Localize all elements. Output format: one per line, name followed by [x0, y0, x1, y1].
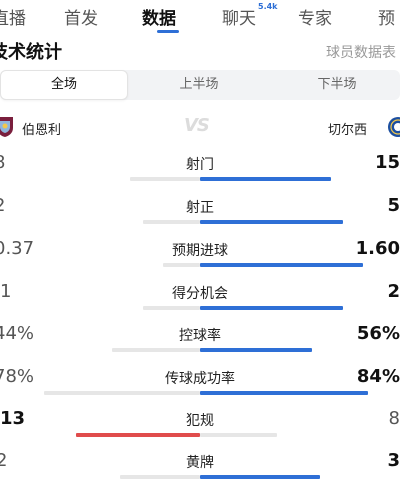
player-stats-link[interactable]: 球员数据表 [326, 42, 396, 62]
home-value: 8 [0, 152, 5, 173]
away-bar-track [200, 433, 277, 437]
away-bar [200, 391, 368, 395]
away-value: 15 [374, 152, 400, 173]
away-bar [200, 306, 343, 310]
stat-label: 控球率 [179, 328, 221, 344]
nav-tab-live[interactable]: 直播 [0, 4, 26, 29]
tab-first-half[interactable]: 上半场 [136, 70, 262, 100]
stat-row-possession: 44% 控球率 56% [0, 323, 400, 365]
nav-tab-chat[interactable]: 聊天 [222, 4, 256, 29]
nav-tab-expert[interactable]: 专家 [298, 4, 332, 29]
stat-label: 预期进球 [172, 243, 228, 259]
away-bar [200, 348, 312, 352]
nav-tab-lineup[interactable]: 首发 [64, 4, 98, 29]
home-value: 2 [0, 450, 8, 471]
away-value: 5 [387, 195, 400, 216]
home-bar-track [143, 220, 200, 224]
teams-row: 伯恩利 VS 切尔西 [0, 110, 400, 146]
away-team-name: 切尔西 [328, 123, 368, 138]
home-bar-track [44, 391, 200, 395]
chat-count-badge: 5.4k [258, 2, 278, 11]
away-bar [200, 177, 331, 181]
home-bar-track [112, 348, 200, 352]
away-value: 3 [387, 450, 400, 471]
stat-row-shots: 8 射门 15 [0, 152, 400, 194]
stat-row-yellow-cards: 2 黄牌 3 [0, 450, 400, 492]
away-team-crest-icon [388, 117, 400, 137]
away-bar [200, 220, 343, 224]
stat-row-big-chances: 1 得分机会 2 [0, 281, 400, 323]
away-value: 2 [387, 281, 400, 302]
top-nav: 直播 首发 数据 聊天 5.4k 专家 预 [0, 0, 400, 36]
stat-label: 传球成功率 [165, 371, 235, 387]
nav-tab-data[interactable]: 数据 [142, 4, 176, 29]
stat-label: 得分机会 [172, 286, 228, 302]
stat-label: 射正 [186, 200, 214, 216]
stat-label: 射门 [186, 157, 214, 173]
stat-row-fouls: 13 犯规 8 [0, 408, 400, 450]
home-bar-track [120, 475, 200, 479]
away-value: 84% [356, 366, 400, 387]
section-title: 技术统计 [0, 42, 62, 63]
home-value: 13 [0, 408, 26, 429]
tab-second-half[interactable]: 下半场 [274, 70, 400, 100]
away-value: 56% [356, 323, 400, 344]
home-bar-track [130, 177, 200, 181]
home-bar-track [163, 263, 200, 267]
stat-label: 黄牌 [186, 455, 214, 471]
home-value: 78% [0, 366, 35, 387]
home-bar-track [143, 306, 200, 310]
away-value: 1.60 [355, 238, 400, 259]
tab-full-match[interactable]: 全场 [0, 70, 128, 100]
home-value: 2 [0, 195, 5, 216]
vs-logo: VS [184, 115, 210, 136]
stat-row-pass-accuracy: 78% 传球成功率 84% [0, 366, 400, 408]
nav-tab-prediction[interactable]: 预 [378, 4, 395, 29]
away-bar [200, 263, 363, 267]
home-bar [76, 433, 200, 437]
stat-row-expected-goals: 0.37 预期进球 1.60 [0, 238, 400, 280]
period-tabs: 全场 上半场 下半场 [0, 70, 400, 100]
away-value: 8 [388, 408, 400, 429]
home-team-name: 伯恩利 [22, 123, 62, 138]
home-value: 44% [0, 323, 35, 344]
home-value: 1 [0, 281, 12, 302]
stat-label: 犯规 [186, 413, 214, 429]
away-bar [200, 475, 320, 479]
home-team-crest-icon [0, 117, 13, 137]
nav-active-indicator [157, 30, 179, 33]
home-value: 0.37 [0, 238, 35, 259]
stat-row-shots-on-target: 2 射正 5 [0, 195, 400, 237]
